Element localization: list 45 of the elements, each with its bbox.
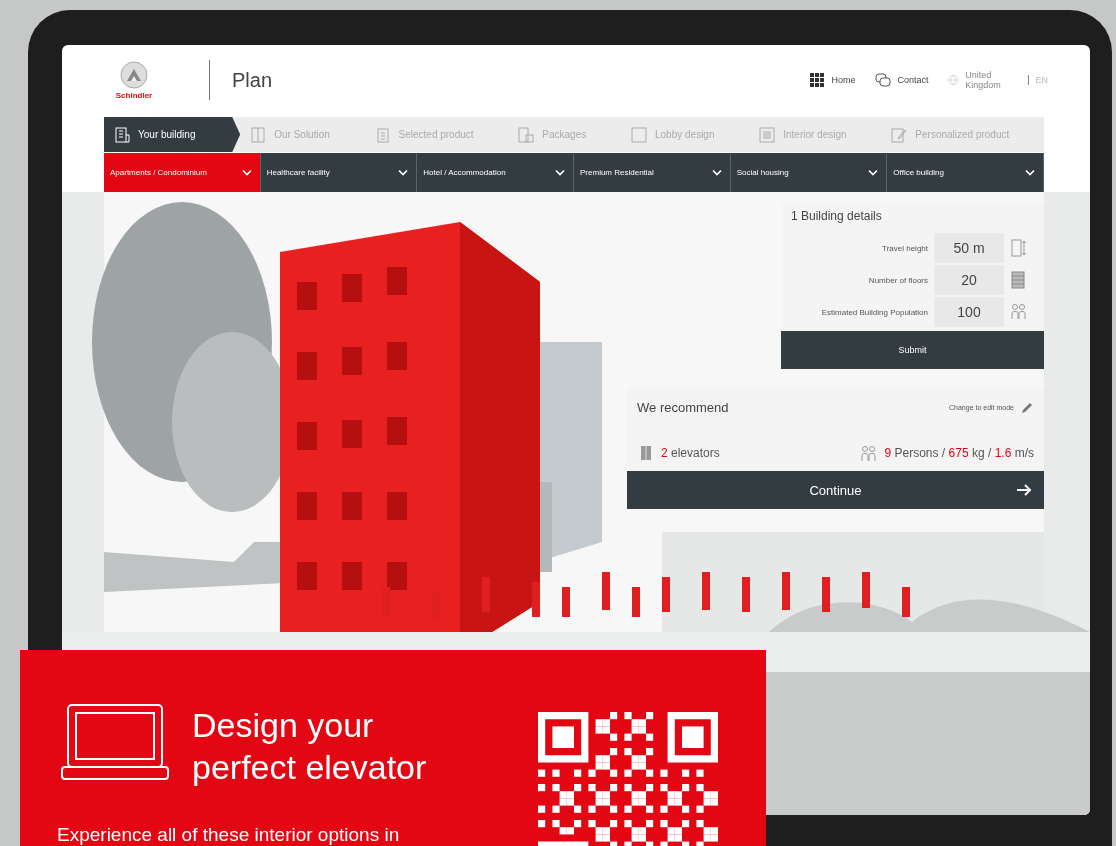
- submit-button[interactable]: Submit: [781, 331, 1044, 369]
- pencil-icon: [1020, 400, 1034, 415]
- step-icon: [114, 126, 130, 143]
- chevron-icon: [868, 168, 879, 177]
- promo-title: Design your perfect elevator: [192, 705, 427, 788]
- category-dropdown[interactable]: Apartments / Condominium: [104, 153, 261, 192]
- step-icon: [250, 126, 267, 143]
- capacity-text: 9 Persons / 675 kg / 1.6 m/s: [884, 446, 1034, 460]
- chevron-icon: [1025, 168, 1036, 177]
- panel-title: 1 Building details: [790, 208, 883, 225]
- height-icon: [1010, 239, 1028, 257]
- chevron-icon: [555, 168, 565, 177]
- field-label: Estimated Building Population: [820, 307, 928, 317]
- continue-button[interactable]: Continue: [627, 471, 1044, 509]
- grid-icon: [809, 72, 826, 88]
- elevators-text: 2 elevators: [661, 446, 720, 460]
- people-icon: [1010, 303, 1028, 321]
- step-icon: [631, 126, 647, 143]
- logo-text: Schindler: [115, 90, 153, 100]
- panel-title: We recommend: [637, 400, 729, 415]
- input-field[interactable]: 50 m: [934, 233, 1004, 263]
- step-icon: [374, 126, 391, 143]
- nav-link[interactable]: United Kingdom: [948, 70, 1009, 90]
- chevron-icon: [711, 168, 722, 177]
- input-field[interactable]: 100: [934, 297, 1004, 327]
- chevron-icon: [241, 168, 252, 177]
- step-tab[interactable]: Your building: [104, 117, 241, 152]
- floors-icon: [1010, 271, 1028, 289]
- promo-text: Experience all of these interior options in: [57, 824, 400, 846]
- input-field[interactable]: 20: [934, 265, 1004, 295]
- field-label: Number of floors: [867, 275, 928, 285]
- field-label: Travel height: [881, 243, 928, 253]
- step-icon: [891, 126, 908, 143]
- laptop-icon: [61, 704, 169, 780]
- chevron-icon: [398, 168, 409, 177]
- nav-link[interactable]: Home: [809, 72, 856, 88]
- chat-icon: [875, 72, 892, 88]
- logo-icon: [120, 60, 148, 89]
- arrow-icon: [1016, 483, 1032, 497]
- globe-icon: [948, 72, 960, 88]
- step-icon: [759, 126, 776, 143]
- page-title: Plan: [232, 68, 273, 92]
- step-icon: [518, 126, 535, 143]
- nav-link[interactable]: Contact: [875, 72, 929, 88]
- people-icon: [860, 445, 879, 461]
